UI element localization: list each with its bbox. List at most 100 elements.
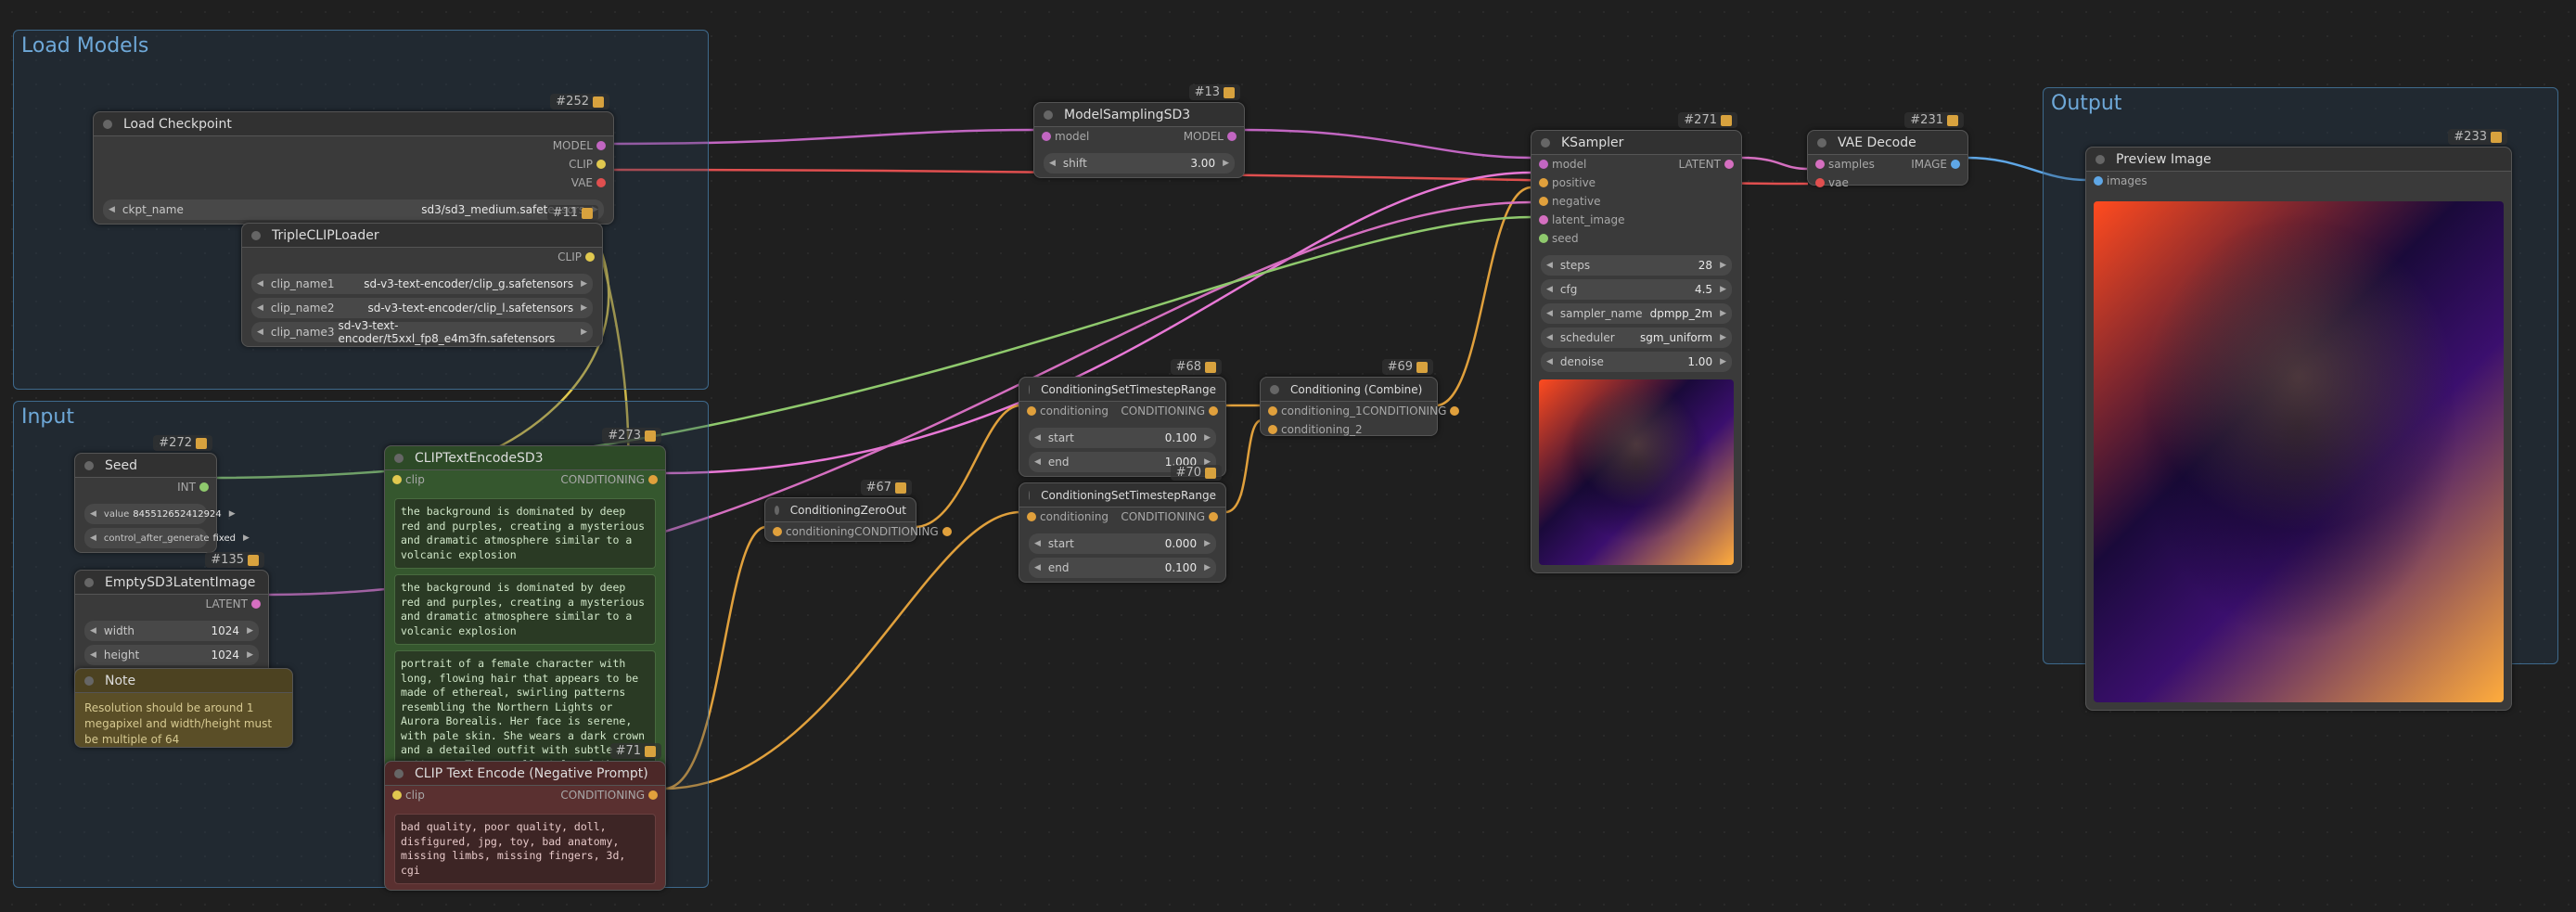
- collapse-icon[interactable]: [1044, 110, 1053, 120]
- input-negative[interactable]: [1539, 197, 1548, 206]
- collapse-icon[interactable]: [251, 231, 261, 240]
- node-id: #70: [1171, 465, 1222, 481]
- output-cond[interactable]: [1450, 406, 1459, 416]
- output-cond[interactable]: [942, 527, 952, 536]
- seed-control[interactable]: control_after_generatefixed: [84, 528, 207, 548]
- ksampler-preview: [1539, 379, 1734, 565]
- collapse-icon[interactable]: [1029, 385, 1030, 394]
- node-combine[interactable]: #69 Conditioning (Combine) conditioning_…: [1260, 377, 1438, 436]
- output-latent[interactable]: [251, 599, 261, 609]
- text-l[interactable]: the background is dominated by deep red …: [394, 574, 656, 645]
- node-clip-negative[interactable]: #71 CLIP Text Encode (Negative Prompt) c…: [384, 761, 666, 891]
- node-modelsampling[interactable]: #13 ModelSamplingSD3 model MODEL shift3.…: [1033, 102, 1245, 178]
- collapse-icon[interactable]: [2095, 155, 2105, 164]
- clip-name2[interactable]: clip_name2sd-v3-text-encoder/clip_l.safe…: [251, 298, 593, 318]
- collapse-icon[interactable]: [84, 578, 94, 587]
- input-images[interactable]: [2094, 176, 2103, 186]
- output-cond[interactable]: [1209, 512, 1218, 521]
- clip-name1[interactable]: clip_name1sd-v3-text-encoder/clip_g.safe…: [251, 274, 593, 294]
- input-clip[interactable]: [392, 790, 402, 800]
- input-model[interactable]: [1042, 132, 1051, 141]
- output-clip[interactable]: [596, 160, 606, 169]
- node-timestep-1[interactable]: #68 ConditioningSetTimestepRange conditi…: [1019, 377, 1226, 477]
- end-field[interactable]: end0.100: [1029, 558, 1216, 578]
- clip-name3[interactable]: clip_name3sd-v3-text-encoder/t5xxl_fp8_e…: [251, 322, 593, 342]
- node-ksampler[interactable]: #271 KSampler model positive negative la…: [1531, 130, 1742, 573]
- collapse-icon[interactable]: [394, 769, 404, 778]
- node-zeroout[interactable]: #67 ConditioningZeroOut conditioning CON…: [764, 497, 916, 542]
- input-cond[interactable]: [1027, 512, 1036, 521]
- seed-value[interactable]: value845512652412924: [84, 504, 207, 524]
- node-id: #233: [2448, 129, 2507, 145]
- collapse-icon[interactable]: [1817, 138, 1826, 148]
- output-model[interactable]: [1227, 132, 1237, 141]
- input-seed[interactable]: [1539, 234, 1548, 243]
- collapse-icon[interactable]: [394, 454, 404, 463]
- node-timestep-2[interactable]: #70 ConditioningSetTimestepRange conditi…: [1019, 482, 1226, 583]
- cfg[interactable]: cfg4.5: [1541, 279, 1732, 300]
- node-title: ConditioningSetTimestepRange: [1041, 483, 1216, 507]
- input-cond[interactable]: [1027, 406, 1036, 416]
- input-latent[interactable]: [1539, 215, 1548, 225]
- width-field[interactable]: width1024: [84, 621, 259, 641]
- ckpt-name-select[interactable]: ckpt_namesd3/sd3_medium.safetensors: [103, 199, 604, 220]
- input-clip[interactable]: [392, 475, 402, 484]
- output-latent[interactable]: [1724, 160, 1734, 169]
- output-int[interactable]: [199, 482, 209, 492]
- preview-image: [2094, 201, 2504, 702]
- input-vae[interactable]: [1815, 178, 1825, 187]
- steps[interactable]: steps28: [1541, 255, 1732, 276]
- node-title: ConditioningZeroOut: [790, 498, 906, 522]
- output-clip[interactable]: [585, 252, 595, 262]
- start-field[interactable]: start0.100: [1029, 428, 1216, 448]
- node-id: #11: [547, 205, 598, 221]
- node-title: TripleCLIPLoader: [272, 224, 379, 248]
- node-preview-image[interactable]: #233 Preview Image images: [2085, 147, 2512, 711]
- text-g[interactable]: the background is dominated by deep red …: [394, 498, 656, 569]
- start-field[interactable]: start0.000: [1029, 533, 1216, 554]
- node-title: EmptySD3LatentImage: [105, 571, 255, 595]
- denoise[interactable]: denoise1.00: [1541, 352, 1732, 372]
- node-title: ModelSamplingSD3: [1064, 103, 1190, 127]
- node-seed[interactable]: #272 Seed INT value845512652412924 contr…: [74, 453, 217, 553]
- node-title: Preview Image: [2116, 148, 2211, 172]
- output-conditioning[interactable]: [648, 790, 658, 800]
- node-id: #68: [1171, 359, 1222, 375]
- output-model[interactable]: [596, 141, 606, 150]
- node-title: VAE Decode: [1838, 131, 1916, 155]
- collapse-icon[interactable]: [1270, 385, 1279, 394]
- output-image[interactable]: [1951, 160, 1960, 169]
- collapse-icon[interactable]: [1541, 138, 1550, 148]
- scheduler[interactable]: schedulersgm_uniform: [1541, 328, 1732, 348]
- height-field[interactable]: height1024: [84, 645, 259, 665]
- collapse-icon[interactable]: [1029, 491, 1030, 500]
- input-cond1[interactable]: [1268, 406, 1277, 416]
- node-id: #69: [1382, 359, 1433, 375]
- output-conditioning[interactable]: [648, 475, 658, 484]
- neg-text[interactable]: bad quality, poor quality, doll, disfigu…: [394, 814, 656, 884]
- node-id: #271: [1678, 112, 1737, 128]
- node-id: #13: [1189, 84, 1240, 100]
- node-id: #231: [1904, 112, 1964, 128]
- node-load-checkpoint[interactable]: #252 Load Checkpoint MODEL CLIP VAE ckpt…: [93, 111, 614, 225]
- node-vae-decode[interactable]: #231 VAE Decode samples vae IMAGE: [1807, 130, 1968, 186]
- input-samples[interactable]: [1815, 160, 1825, 169]
- input-cond2[interactable]: [1268, 425, 1277, 434]
- node-tripleclip[interactable]: #11 TripleCLIPLoader CLIP clip_name1sd-v…: [241, 223, 603, 347]
- output-cond[interactable]: [1209, 406, 1218, 416]
- collapse-icon[interactable]: [775, 506, 779, 515]
- input-positive[interactable]: [1539, 178, 1548, 187]
- collapse-icon[interactable]: [84, 676, 94, 686]
- node-title: Load Checkpoint: [123, 112, 232, 136]
- node-note: Note Resolution should be around 1 megap…: [74, 668, 293, 748]
- node-id: #67: [861, 480, 912, 495]
- sampler-name[interactable]: sampler_namedpmpp_2m: [1541, 303, 1732, 324]
- output-vae[interactable]: [596, 178, 606, 187]
- group-title: Load Models: [21, 34, 148, 58]
- node-id: #71: [610, 743, 661, 759]
- collapse-icon[interactable]: [84, 461, 94, 470]
- input-model[interactable]: [1539, 160, 1548, 169]
- collapse-icon[interactable]: [103, 120, 112, 129]
- shift-field[interactable]: shift3.00: [1044, 153, 1235, 173]
- input-cond[interactable]: [773, 527, 782, 536]
